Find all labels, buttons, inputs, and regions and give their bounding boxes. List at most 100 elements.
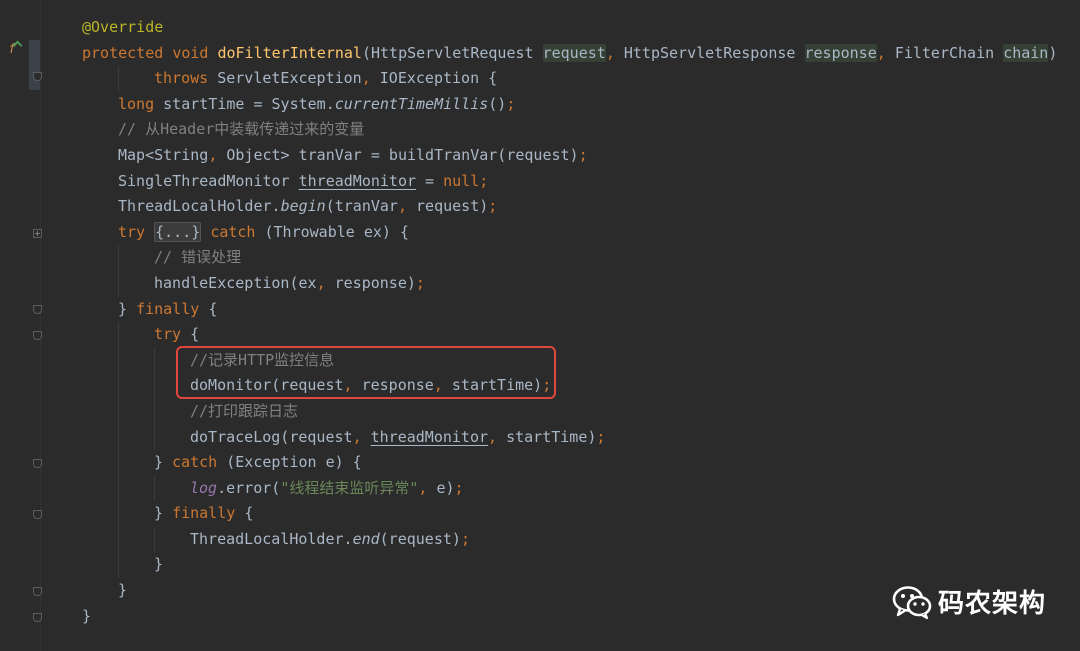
fx-override-icon[interactable]: f: [4, 42, 20, 58]
gutter-change-marker: [29, 40, 40, 90]
editor-gutter: f: [0, 0, 42, 651]
code-token: {: [244, 504, 254, 523]
code-token: ,: [488, 427, 507, 446]
watermark-text: 码农架构: [937, 589, 1046, 619]
code-token: // 错误处理: [154, 248, 242, 267]
code-token: startTime = System.: [163, 94, 335, 113]
code-token: threadMonitor: [370, 427, 489, 446]
code-token: ,: [352, 427, 371, 446]
fold-toggle-icon[interactable]: [33, 305, 42, 314]
indent-guide: [118, 347, 119, 374]
code-token: ,: [876, 43, 895, 62]
code-editor: f @Override protected void doFilterIntern…: [0, 0, 1080, 651]
indent-guide: [154, 526, 155, 553]
indent-guide: [118, 552, 119, 579]
code-token: SingleThreadMonitor: [118, 171, 299, 190]
code-token: threadMonitor: [298, 171, 417, 190]
code-line[interactable]: //打印跟踪日志: [82, 398, 1080, 425]
indent-guide: [118, 66, 119, 92]
code-token: response: [804, 43, 877, 62]
indent-guide: [154, 424, 155, 451]
code-line[interactable]: long startTime = System.currentTimeMilli…: [82, 92, 1080, 118]
code-token: (Exception e) {: [226, 453, 362, 472]
code-line[interactable]: @Override: [82, 15, 1080, 41]
code-token: ;: [479, 171, 489, 190]
code-token: ;: [454, 478, 464, 497]
code-token: }: [154, 453, 173, 472]
code-line[interactable]: } catch (Exception e) {: [82, 450, 1080, 476]
code-line[interactable]: // 从Header中装载传递过来的变量: [82, 117, 1080, 143]
indent-guide: [118, 245, 119, 271]
code-token: {: [190, 325, 200, 344]
code-token: request): [416, 197, 489, 216]
code-token: ,: [418, 478, 437, 497]
code-token: }: [118, 299, 137, 318]
code-line[interactable]: SingleThreadMonitor threadMonitor = null…: [82, 169, 1080, 195]
code-token: log: [190, 478, 218, 497]
fold-toggle-icon[interactable]: [33, 331, 42, 340]
code-token: (tranVar: [325, 197, 398, 216]
fold-toggle-icon[interactable]: [33, 613, 42, 622]
code-line[interactable]: }: [82, 552, 1080, 579]
code-line[interactable]: throws ServletException, IOException {: [82, 66, 1080, 92]
indent-guide: [118, 424, 119, 451]
code-token: currentTimeMillis: [334, 94, 489, 113]
code-token: ThreadLocalHolder.: [118, 197, 281, 216]
code-token: ,: [316, 273, 335, 292]
code-line[interactable]: handleException(ex, response);: [82, 270, 1080, 297]
code-line[interactable]: protected void doFilterInternal(HttpServ…: [82, 41, 1080, 67]
indent-guide: [154, 347, 155, 374]
code-token: long: [118, 94, 164, 113]
code-token: HttpServletResponse: [623, 43, 805, 62]
indent-guide: [154, 398, 155, 425]
code-line[interactable]: try {...} catch (Throwable ex) {: [82, 220, 1080, 246]
code-area[interactable]: @Override protected void doFilterInternal…: [82, 15, 1080, 629]
code-token: try: [154, 325, 191, 344]
code-token: response): [334, 273, 416, 292]
code-token: (HttpServletRequest: [361, 43, 543, 62]
code-token: (): [488, 94, 507, 113]
code-token: (request): [379, 529, 461, 548]
code-line[interactable]: ThreadLocalHolder.begin(tranVar, request…: [82, 194, 1080, 220]
code-line[interactable]: log.error("线程结束监听异常", e);: [82, 475, 1080, 502]
code-line[interactable]: } finally {: [82, 501, 1080, 527]
code-token: finally: [136, 299, 209, 318]
code-token: .error(: [217, 478, 281, 497]
code-token: handleException(ex: [154, 273, 317, 292]
code-line[interactable]: ThreadLocalHolder.end(request);: [82, 526, 1080, 553]
code-token: =: [416, 171, 444, 190]
code-token: // 从Header中装载传递过来的变量: [118, 120, 365, 139]
code-token: ;: [460, 529, 470, 548]
fold-expand-icon[interactable]: [33, 229, 42, 238]
fold-toggle-icon[interactable]: [33, 72, 42, 81]
code-token: }: [154, 555, 164, 574]
code-line[interactable]: doTraceLog(request, threadMonitor, start…: [82, 424, 1080, 451]
code-token: chain: [1003, 43, 1049, 62]
code-token: @Override: [82, 18, 164, 36]
indent-guide: [118, 450, 119, 476]
code-token: doFilterInternal: [217, 43, 362, 62]
fold-toggle-icon[interactable]: [33, 587, 42, 596]
code-token: }: [154, 504, 173, 523]
code-token: startTime): [506, 427, 597, 446]
code-token: "线程结束监听异常": [280, 478, 419, 497]
fold-toggle-icon[interactable]: [33, 459, 42, 468]
code-token: ,: [605, 43, 624, 62]
code-line[interactable]: // 错误处理: [82, 245, 1080, 271]
indent-guide: [118, 501, 119, 527]
wechat-icon: [892, 585, 932, 619]
indent-guide: [118, 398, 119, 425]
highlight-box: [176, 346, 556, 399]
code-token: ;: [415, 273, 425, 292]
code-token: {...}: [154, 221, 202, 242]
code-line[interactable]: try {: [82, 322, 1080, 348]
code-line[interactable]: Map<String, Object> tranVar = buildTranV…: [82, 143, 1080, 169]
code-token: end: [352, 529, 380, 548]
code-line[interactable]: } finally {: [82, 297, 1080, 323]
code-token: (Throwable ex) {: [264, 222, 410, 241]
fold-toggle-icon[interactable]: [33, 510, 42, 519]
code-token: FilterChain: [894, 43, 1004, 62]
indent-guide: [154, 373, 155, 399]
code-token: Map<String: [118, 145, 209, 164]
